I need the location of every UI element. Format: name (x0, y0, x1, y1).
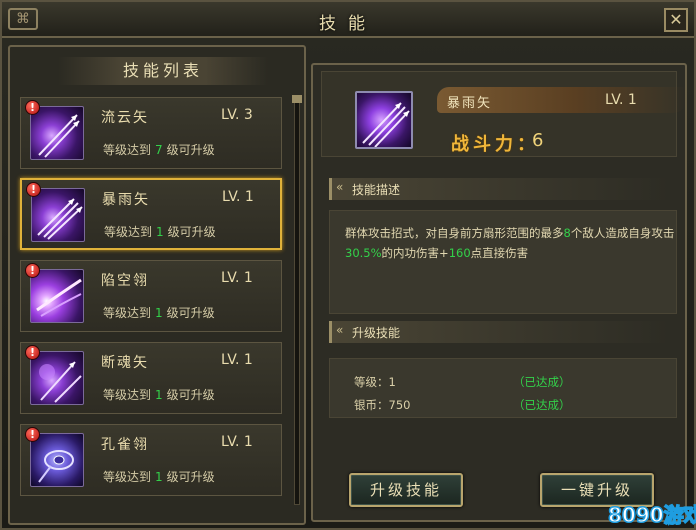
soul-arrow-icon (30, 351, 84, 405)
level-req-status: （已达成） (513, 375, 571, 389)
req-suffix: 级可升级 (166, 388, 215, 402)
req-level: 1 (156, 225, 164, 239)
skill-requirement: 等级达到 1 级可升级 (103, 304, 215, 321)
alert-badge: ! (25, 345, 40, 360)
arrow-volley-icon (31, 188, 85, 242)
desc-text-3: 的内功伤害+ (381, 246, 449, 260)
skill-name: 孔雀翎 (101, 437, 149, 453)
alert-badge: ! (26, 182, 41, 197)
req-prefix: 等级达到 (104, 225, 153, 239)
skill-description: 群体攻击招式，对自身前方扇形范围的最多8个敌人造成自身攻击 30.5%的内功伤害+… (345, 223, 675, 263)
skill-level: LV. 3 (221, 107, 253, 123)
skill-requirement: 等级达到 1 级可升级 (104, 223, 216, 240)
chevron-left-icon: « (336, 180, 344, 194)
title-bar: ⌘ 技能 ✕ (2, 2, 694, 38)
description-section-header: « 技能描述 (329, 178, 669, 200)
description-box: 群体攻击招式，对自身前方扇形范围的最多8个敌人造成自身攻击 30.5%的内功伤害+… (329, 210, 677, 314)
skill-level: LV. 1 (221, 352, 253, 368)
skill-requirement: 等级达到 1 级可升级 (103, 386, 215, 403)
skill-requirement: 等级达到 1 级可升级 (103, 468, 215, 485)
req-suffix: 级可升级 (166, 143, 215, 157)
req-level: 1 (155, 306, 163, 320)
scrollbar-thumb[interactable] (292, 95, 302, 103)
skill-item-xiankongling[interactable]: ! 陷空翎 LV. 1 等级达到 1 级可升级 (20, 260, 282, 332)
combat-power-value: 6 (532, 130, 544, 151)
skill-level: LV. 1 (221, 434, 253, 450)
desc-percent: 30.5% (345, 246, 382, 260)
skill-requirement: 等级达到 7 级可升级 (103, 141, 215, 158)
req-level: 7 (155, 143, 163, 157)
skill-list-header: 技能列表 (58, 57, 268, 85)
watermark-text: 8090游戏 (608, 503, 696, 527)
alert-badge: ! (25, 427, 40, 442)
peacock-feather-icon (30, 433, 84, 487)
skill-name: 流云矢 (101, 110, 149, 126)
desc-targets: 8 (563, 226, 571, 240)
desc-text-4: 点直接伤害 (470, 246, 529, 260)
skill-list-panel: 技能列表 ! 流云矢 LV. 3 等级达到 7 级可升级 ! 暴雨矢 LV. 1 等… (8, 45, 306, 525)
skill-name: 暴雨矢 (102, 192, 150, 208)
window-title: 技能 (319, 14, 377, 34)
skill-name: 断魂矢 (101, 355, 149, 371)
level-req-label: 等级： (354, 375, 389, 389)
scrollbar-track[interactable] (294, 95, 300, 505)
req-suffix: 级可升级 (166, 306, 215, 320)
chevron-left-icon: « (336, 323, 344, 337)
feather-burst-icon (30, 269, 84, 323)
req-level: 1 (155, 388, 163, 402)
silver-req-status: （已达成） (513, 398, 571, 412)
close-button[interactable]: ✕ (664, 8, 688, 32)
skill-name: 陷空翎 (101, 273, 149, 289)
skill-item-kongqueling[interactable]: ! 孔雀翎 LV. 1 等级达到 1 级可升级 (20, 424, 282, 496)
skill-item-duanhunshi[interactable]: ! 断魂矢 LV. 1 等级达到 1 级可升级 (20, 342, 282, 414)
close-icon: ✕ (669, 10, 683, 29)
silver-req-value: 750 (388, 398, 411, 412)
req-prefix: 等级达到 (103, 143, 152, 157)
upgrade-requirements: 等级：1 （已达成） 银币：750 （已达成） (329, 358, 677, 418)
level-requirement: 等级：1 (354, 374, 396, 390)
site-watermark-logo: 8090游戏 (606, 498, 696, 530)
req-suffix: 级可升级 (166, 470, 215, 484)
req-prefix: 等级达到 (103, 388, 152, 402)
alert-badge: ! (25, 100, 40, 115)
skill-item-baoyushi[interactable]: ! 暴雨矢 LV. 1 等级达到 1 级可升级 (20, 178, 282, 250)
desc-flat-damage: 160 (448, 246, 471, 260)
skill-detail-panel: 暴雨矢 LV. 1 战斗力： 6 « 技能描述 群体攻击招式，对自身前方扇形范围… (311, 63, 687, 522)
selected-skill-icon (355, 91, 413, 149)
req-level: 1 (155, 470, 163, 484)
upgrade-section-header: « 升级技能 (329, 321, 669, 343)
skill-level: LV. 1 (222, 189, 254, 205)
req-prefix: 等级达到 (103, 306, 152, 320)
skill-detail-header: 暴雨矢 LV. 1 战斗力： 6 (321, 71, 687, 157)
description-heading: 技能描述 (352, 183, 401, 197)
upgrade-skill-button[interactable]: 升级技能 (349, 473, 463, 507)
alert-badge: ! (25, 263, 40, 278)
skill-item-liuyunshi[interactable]: ! 流云矢 LV. 3 等级达到 7 级可升级 (20, 97, 282, 169)
skill-level: LV. 1 (221, 270, 253, 286)
desc-text-2: 个敌人造成自身攻击 (570, 226, 675, 240)
req-prefix: 等级达到 (103, 470, 152, 484)
req-suffix: 级可升级 (167, 225, 216, 239)
arrow-skill-icon (30, 106, 84, 160)
level-req-value: 1 (388, 375, 396, 389)
combat-power-label: 战斗力： (451, 134, 539, 155)
skills-window: ⌘ 技能 ✕ 技能列表 ! 流云矢 LV. 3 等级达到 7 级可升级 ! 暴雨矢 … (0, 0, 696, 530)
silver-req-label: 银币： (354, 398, 389, 412)
desc-text-1: 群体攻击招式，对自身前方扇形范围的最多 (345, 226, 564, 240)
selected-skill-level: LV. 1 (605, 92, 637, 108)
silver-requirement: 银币：750 (354, 397, 410, 413)
selected-skill-name: 暴雨矢 (447, 96, 493, 111)
upgrade-heading: 升级技能 (352, 326, 401, 340)
